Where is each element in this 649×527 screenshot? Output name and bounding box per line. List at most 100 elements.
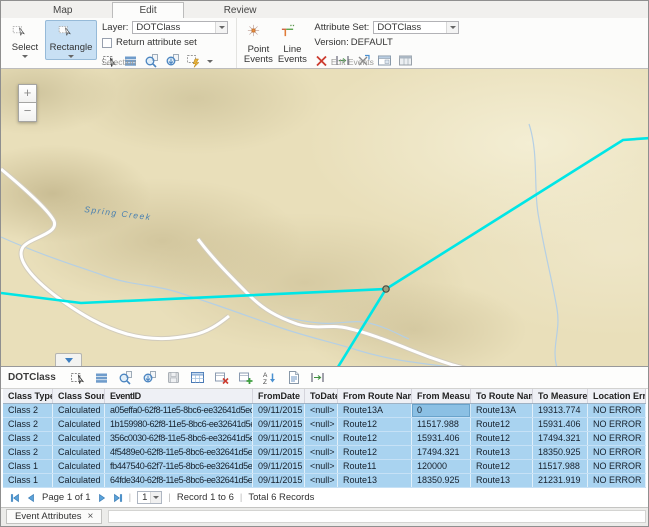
cell-from-route-name[interactable]: Route11 [338,460,412,473]
cell-class-source[interactable]: Calculated [53,446,105,459]
report-icon[interactable] [286,370,301,385]
pan-to-record-icon[interactable] [142,370,157,385]
cell-class-type[interactable]: Class 2 [3,446,53,459]
table-header-cell[interactable]: To Measure [533,389,588,403]
cell-to-date[interactable]: <null> [305,432,338,445]
cell-location-error[interactable]: NO ERROR [588,418,646,431]
cell-class-type[interactable]: Class 2 [3,404,53,417]
cell-to-date[interactable]: <null> [305,418,338,431]
cell-event-id[interactable]: 356c0030-62f8-11e5-8bc6-ee32641d5ec9 [105,432,253,445]
ribbon-tab[interactable]: Edit [112,2,183,18]
table-header-cell[interactable]: EventID [105,389,253,403]
cell-to-measure[interactable]: 18350.925 [533,446,588,459]
cell-to-measure[interactable]: 15931.406 [533,418,588,431]
select-tool-button[interactable]: Select [5,20,45,60]
cell-from-date[interactable]: 09/11/2015 [253,418,305,431]
next-page-button[interactable] [97,493,107,503]
tab-event-attributes[interactable]: Event Attributes × [6,509,102,524]
cell-from-measure[interactable]: 15931.406 [412,432,471,445]
attribute-set-combobox[interactable]: DOTClass [373,21,459,34]
cell-location-error[interactable]: NO ERROR [588,432,646,445]
cell-class-source[interactable]: Calculated [53,474,105,487]
show-selected-rows-icon[interactable] [94,370,109,385]
table-header-cell[interactable]: From Route Name [338,389,412,403]
cell-from-date[interactable]: 09/11/2015 [253,474,305,487]
ribbon-tab[interactable]: Review [198,2,283,18]
chevron-down-icon[interactable] [215,22,227,33]
ribbon-tab[interactable]: Map [27,2,98,18]
delete-record-icon[interactable] [214,370,229,385]
route-junction-marker[interactable] [383,286,389,292]
map-viewport[interactable]: Spring Creek + − [1,69,648,367]
cell-to-route-name[interactable]: Route12 [471,418,533,431]
table-row[interactable]: Class 2 Calculated 356c0030-62f8-11e5-8b… [3,432,646,446]
table-header-cell[interactable]: Location Error [588,389,646,403]
previous-page-button[interactable] [26,493,36,503]
cell-to-date[interactable]: <null> [305,474,338,487]
cell-from-date[interactable]: 09/11/2015 [253,432,305,445]
zoom-in-button[interactable]: + [18,84,37,103]
save-edits-icon[interactable] [166,370,181,385]
cell-from-route-name[interactable]: Route12 [338,418,412,431]
cell-to-measure[interactable]: 11517.988 [533,460,588,473]
return-attribute-set-checkbox[interactable] [102,38,112,48]
cell-event-id[interactable]: fb447540-62f7-11e5-8bc6-ee32641d5ec9 [105,460,253,473]
cell-to-route-name[interactable]: Route12 [471,460,533,473]
cell-to-measure[interactable]: 21231.919 [533,474,588,487]
cell-event-id[interactable]: 64fde340-62f8-11e5-8bc6-ee32641d5ec9 [105,474,253,487]
table-header-cell[interactable]: Class Type [3,389,53,403]
cell-location-error[interactable]: NO ERROR [588,446,646,459]
chevron-down-icon[interactable] [446,22,458,33]
cell-from-route-name[interactable]: Route12 [338,432,412,445]
zoom-out-button[interactable]: − [18,103,37,122]
cell-from-date[interactable]: 09/11/2015 [253,404,305,417]
cell-location-error[interactable]: NO ERROR [588,460,646,473]
attribute-table-icon[interactable] [190,370,205,385]
cell-to-route-name[interactable]: Route13A [471,404,533,417]
route-line-northeast[interactable] [386,138,648,289]
cell-class-source[interactable]: Calculated [53,432,105,445]
cell-to-date[interactable]: <null> [305,446,338,459]
table-row[interactable]: Class 2 Calculated 1b159980-62f8-11e5-8b… [3,418,646,432]
cell-from-route-name[interactable]: Route13 [338,474,412,487]
cell-to-route-name[interactable]: Route13 [471,446,533,459]
panel-collapse-button[interactable] [55,353,82,366]
cell-to-route-name[interactable]: Route13 [471,474,533,487]
table-header-cell[interactable]: To Route Name [471,389,533,403]
first-page-button[interactable] [10,493,20,503]
measure-record-icon[interactable] [310,370,325,385]
cell-event-id[interactable]: 1b159980-62f8-11e5-8bc6-ee32641d5ec9 [105,418,253,431]
table-row[interactable]: Class 1 Calculated fb447540-62f7-11e5-8b… [3,460,646,474]
cell-to-measure[interactable]: 17494.321 [533,432,588,445]
cell-to-date[interactable]: <null> [305,404,338,417]
cell-event-id[interactable]: a05effa0-62f8-11e5-8bc6-ee32641d5ec9 [105,404,253,417]
cell-from-measure[interactable]: 120000 [412,460,471,473]
cell-class-source[interactable]: Calculated [53,460,105,473]
cell-from-measure[interactable]: 17494.321 [412,446,471,459]
table-header-cell[interactable]: ToDate [305,389,338,403]
cell-from-measure[interactable]: 0 [412,404,471,417]
cell-from-date[interactable]: 09/11/2015 [253,460,305,473]
cell-class-type[interactable]: Class 2 [3,418,53,431]
close-icon[interactable]: × [88,512,94,522]
cell-class-type[interactable]: Class 1 [3,460,53,473]
cell-to-route-name[interactable]: Route12 [471,432,533,445]
table-header-cell[interactable]: From Measure [412,389,471,403]
add-record-icon[interactable] [238,370,253,385]
cell-location-error[interactable]: NO ERROR [588,404,646,417]
table-row[interactable]: Class 2 Calculated 4f5489e0-62f8-11e5-8b… [3,446,646,460]
cell-to-date[interactable]: <null> [305,460,338,473]
cell-from-route-name[interactable]: Route12 [338,446,412,459]
cell-from-date[interactable]: 09/11/2015 [253,446,305,459]
chevron-down-icon[interactable] [150,492,161,503]
cell-event-id[interactable]: 4f5489e0-62f8-11e5-8bc6-ee32641d5ec9 [105,446,253,459]
table-row[interactable]: Class 1 Calculated 64fde340-62f8-11e5-8b… [3,474,646,488]
layer-combobox[interactable]: DOTClass [132,21,228,34]
cell-class-source[interactable]: Calculated [53,418,105,431]
zoom-to-record-icon[interactable] [118,370,133,385]
cell-to-measure[interactable]: 19313.774 [533,404,588,417]
cell-from-route-name[interactable]: Route13A [338,404,412,417]
table-header-cell[interactable]: Class Source [53,389,105,403]
cell-class-type[interactable]: Class 2 [3,432,53,445]
last-page-button[interactable] [113,493,123,503]
